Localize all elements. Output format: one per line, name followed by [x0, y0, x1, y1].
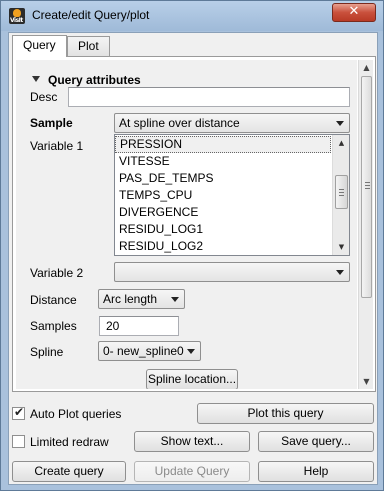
- list-item[interactable]: PAS_DE_TEMPS: [115, 170, 331, 187]
- variable2-label: Variable 2: [30, 266, 84, 280]
- desc-input[interactable]: [68, 87, 350, 107]
- samples-input[interactable]: 20: [99, 316, 179, 336]
- scroll-down-icon[interactable]: ▼: [333, 239, 350, 255]
- auto-plot-label: Auto Plot queries: [30, 407, 122, 421]
- update-query-button: Update Query: [134, 461, 250, 482]
- plot-this-query-button[interactable]: Plot this query: [197, 403, 374, 424]
- scroll-up-icon[interactable]: ▲: [333, 135, 350, 151]
- scroll-down-icon[interactable]: ▼: [359, 374, 374, 389]
- query-scroll-area: Query attributes Desc Sample At spline o…: [16, 60, 357, 389]
- variable1-scrollbar[interactable]: ▲ ▼: [332, 135, 349, 255]
- close-button[interactable]: ✕: [332, 3, 376, 22]
- spline-label: Spline: [30, 345, 64, 359]
- collapse-triangle-icon[interactable]: [32, 76, 40, 82]
- chevron-down-icon: [336, 270, 344, 275]
- list-item[interactable]: VITESSE: [115, 153, 331, 170]
- tab-plot[interactable]: Plot: [67, 36, 110, 56]
- scroll-thumb[interactable]: [335, 175, 348, 209]
- sample-label: Sample: [30, 116, 73, 130]
- save-query-button[interactable]: Save query...: [258, 431, 374, 452]
- spline-select[interactable]: 0- new_spline0: [98, 341, 201, 361]
- section-title: Query attributes: [48, 73, 141, 87]
- flame-icon: [13, 9, 21, 17]
- sample-select[interactable]: At spline over distance: [114, 113, 350, 133]
- app-icon: VisIt: [9, 8, 25, 24]
- panel-scrollbar[interactable]: ▲ ▼: [358, 60, 373, 389]
- variable2-select[interactable]: [114, 262, 350, 282]
- tab-query[interactable]: Query: [12, 35, 67, 57]
- list-item[interactable]: RESIDU_LOG1: [115, 221, 331, 238]
- distance-select-value: Arc length: [103, 292, 158, 306]
- chevron-down-icon: [336, 121, 344, 126]
- title-bar[interactable]: VisIt Create/edit Query/plot ✕: [1, 1, 383, 31]
- create-query-button[interactable]: Create query: [12, 461, 126, 482]
- list-item[interactable]: PRESSION: [115, 136, 331, 153]
- distance-label: Distance: [30, 293, 77, 307]
- scroll-thumb[interactable]: [361, 76, 372, 298]
- sample-select-value: At spline over distance: [119, 116, 240, 130]
- limited-redraw-checkbox[interactable]: [12, 435, 25, 448]
- distance-select[interactable]: Arc length: [98, 289, 185, 309]
- query-plot-window: VisIt Create/edit Query/plot ✕ Query Plo…: [0, 0, 384, 491]
- samples-label: Samples: [30, 319, 77, 333]
- variable1-label: Variable 1: [30, 139, 84, 153]
- variable1-listbox[interactable]: PRESSION VITESSE PAS_DE_TEMPS TEMPS_CPU …: [114, 134, 350, 256]
- query-attributes-header[interactable]: Query attributes: [32, 73, 141, 87]
- list-item[interactable]: RESIDU_LOG2: [115, 238, 331, 255]
- window-title: Create/edit Query/plot: [32, 8, 150, 22]
- help-button[interactable]: Help: [258, 461, 374, 482]
- chevron-down-icon: [171, 297, 179, 302]
- list-item[interactable]: TEMPS_CPU: [115, 187, 331, 204]
- limited-redraw-label: Limited redraw: [30, 435, 109, 449]
- client-area: Query Plot Query attributes Desc Sample …: [8, 32, 378, 485]
- desc-label: Desc: [30, 90, 58, 104]
- chevron-down-icon: [187, 349, 195, 354]
- spline-select-value: 0- new_spline0: [103, 344, 184, 358]
- show-text-button[interactable]: Show text...: [134, 431, 250, 452]
- checkmark-icon: ✔: [14, 405, 25, 419]
- list-item[interactable]: DIVERGENCE: [115, 204, 331, 221]
- query-tab-panel: Query attributes Desc Sample At spline o…: [12, 56, 376, 392]
- spline-location-button[interactable]: Spline location...: [146, 369, 238, 389]
- auto-plot-checkbox[interactable]: ✔: [12, 405, 25, 420]
- app-icon-text: VisIt: [10, 17, 23, 24]
- scroll-up-icon[interactable]: ▲: [359, 60, 374, 75]
